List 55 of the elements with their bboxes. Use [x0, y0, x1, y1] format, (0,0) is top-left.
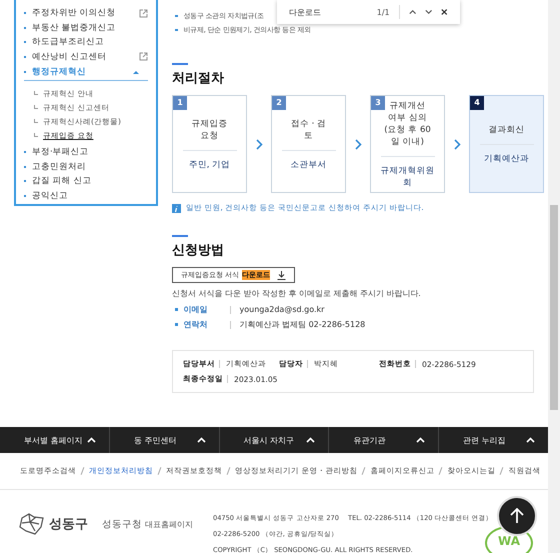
find-query-field[interactable]: 다운로드 — [289, 6, 368, 18]
collapse-icon — [132, 70, 140, 74]
step-owner: 규제개혁위원 회 — [380, 164, 434, 188]
external-link-icon — [139, 8, 148, 18]
next-match-icon[interactable] — [425, 9, 432, 15]
scroll-to-top-button[interactable] — [497, 496, 537, 536]
step-title: 접수 · 검 토 — [290, 118, 328, 142]
sidebar-item[interactable]: 고충민원처리 — [16, 160, 156, 174]
chevron-right-icon — [454, 138, 461, 150]
scrollbar-thumb[interactable] — [550, 205, 558, 410]
sidebar-item[interactable]: 부동산 불법중개신고 — [16, 20, 156, 35]
caret-up-icon — [196, 437, 206, 443]
sidebar-item[interactable]: 공익신고 — [16, 188, 156, 203]
previous-match-icon[interactable] — [408, 9, 416, 15]
download-icon — [277, 270, 286, 280]
logo-text: 성동구 — [49, 516, 88, 533]
step-title: 결과회신 — [488, 124, 526, 136]
match-count: 1/1 — [376, 8, 390, 16]
chevron-right-icon — [256, 138, 263, 150]
footer-nav-dropdown[interactable]: 관련 누리집 — [439, 427, 548, 453]
caret-up-icon — [526, 437, 535, 443]
caret-up-icon — [306, 437, 316, 443]
chevron-right-icon — [355, 138, 362, 150]
step-number: 2 — [272, 96, 286, 110]
step-title: 규제입증 요청 — [190, 118, 228, 142]
step-number: 1 — [173, 96, 187, 110]
scrollbar[interactable] — [548, 0, 560, 553]
sidebar-item[interactable]: 부정·부패신고 — [16, 145, 156, 160]
site-name: 성동구청 대표홈페이지 — [102, 518, 194, 530]
sidebar-item[interactable]: 갑질 피해 신고 — [16, 174, 156, 188]
sidebar-item[interactable]: 주정차위반 이의신청 — [16, 6, 156, 20]
sidebar-item[interactable]: 예산낭비 신고센터 — [16, 50, 156, 64]
footer-nav-dropdown[interactable]: 동 주민센터 — [110, 427, 220, 453]
caret-up-icon — [416, 437, 426, 443]
step-number: 4 — [470, 96, 484, 110]
footer-nav-dropdown[interactable]: 서울시 자치구 — [220, 427, 330, 453]
step-owner: 주민, 기업 — [188, 158, 230, 170]
caret-up-icon — [86, 437, 96, 443]
step-owner: 기획예산과 — [484, 152, 529, 164]
sidebar-item[interactable]: 하도급부조리신고 — [16, 35, 156, 50]
arrow-up-icon — [510, 508, 524, 524]
contact-label: 연락처 — [184, 319, 208, 330]
map-logo-icon — [19, 513, 45, 535]
close-icon[interactable] — [441, 8, 448, 16]
contact-value: younga2da@sd.go.kr — [240, 305, 324, 314]
section-heading: 신청방법 — [172, 242, 225, 259]
step-title: 규제개선 여부 심의 (요청 후 60 일 이내) — [383, 100, 432, 148]
footer-nav-dropdown[interactable]: 유관기관 — [329, 427, 440, 453]
footer-nav-dropdown[interactable]: 부서별 홈페이지 — [0, 427, 110, 453]
contact-value: 기획예산과 법제팀 02-2286-5128 — [240, 319, 366, 330]
step-number: 3 — [371, 96, 385, 110]
contact-label: 이메일 — [184, 304, 208, 315]
step-owner: 소관부서 — [290, 158, 326, 170]
section-heading: 처리절차 — [172, 70, 225, 87]
external-link-icon — [139, 52, 148, 62]
